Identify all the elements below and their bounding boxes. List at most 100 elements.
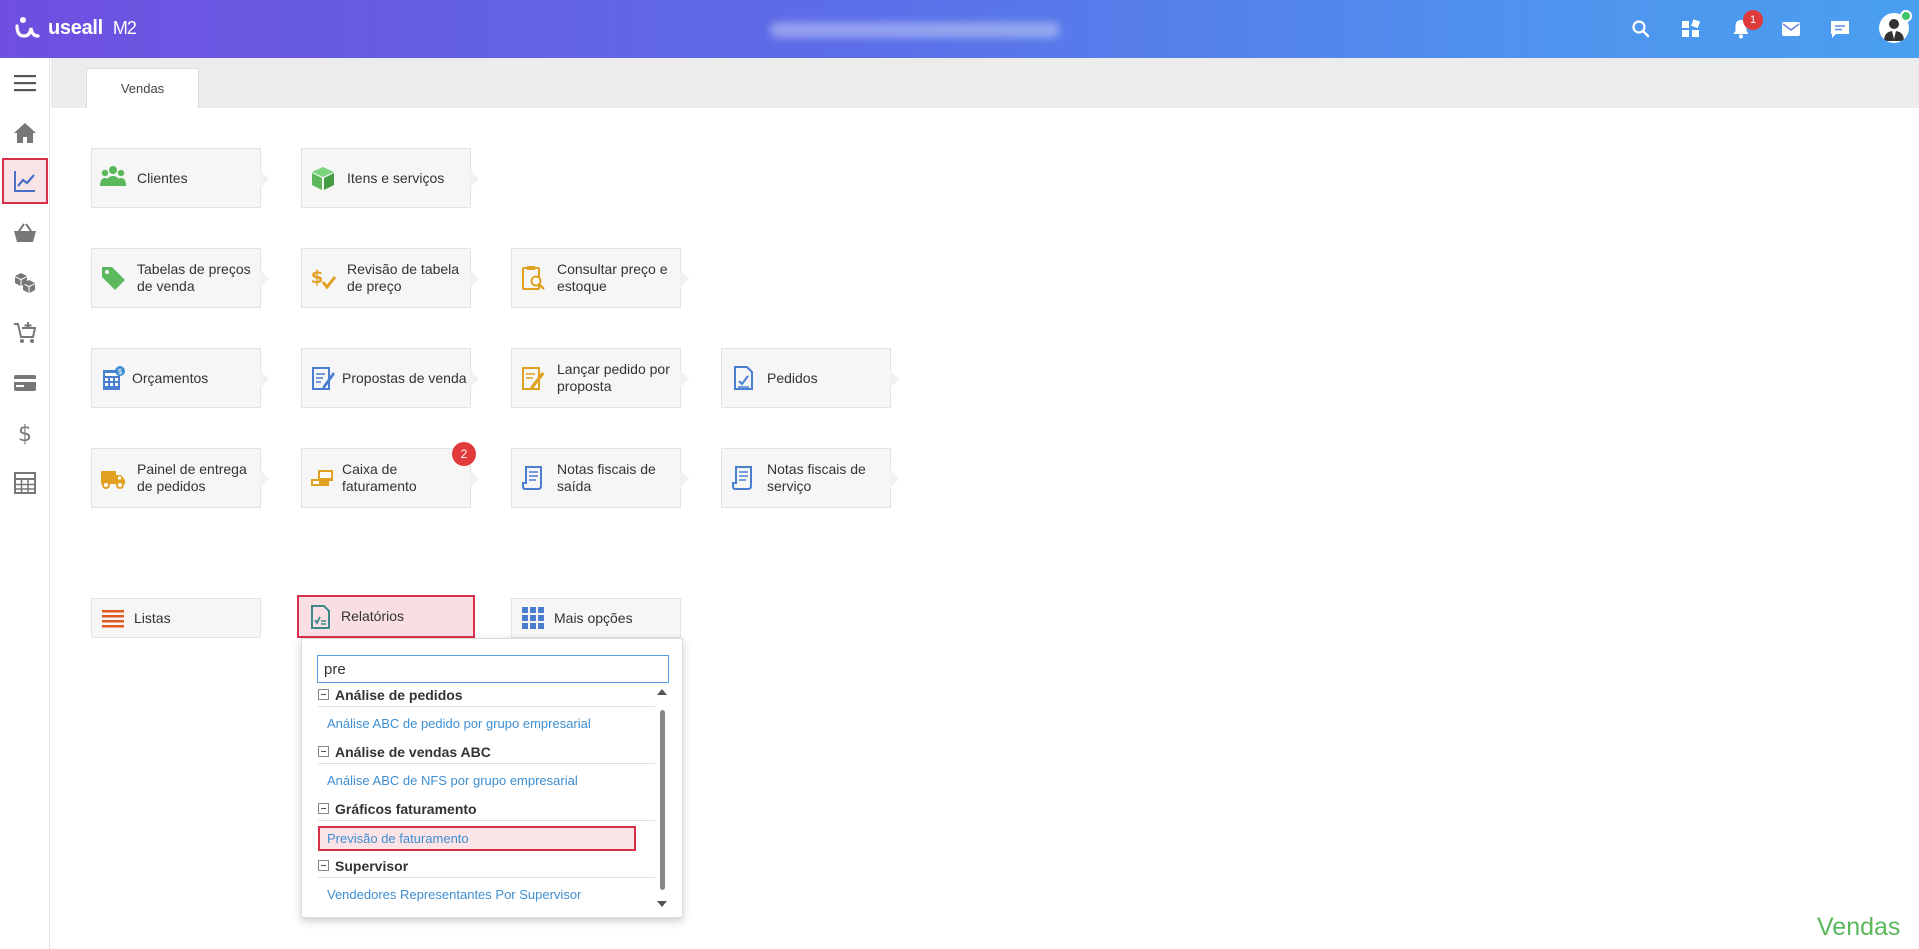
tile-label: Relatórios xyxy=(341,608,405,624)
scroll-up-arrow-icon[interactable] xyxy=(657,689,667,695)
tile-lancar-pedido[interactable]: Lançar pedido por proposta xyxy=(511,348,689,408)
sidebar-item-accounting[interactable] xyxy=(8,466,42,500)
cart-add-icon xyxy=(14,322,37,343)
app-logo[interactable]: useall M2 xyxy=(14,16,137,40)
tile-label: Pedidos xyxy=(767,369,818,386)
reports-search-input[interactable] xyxy=(317,655,669,683)
tile-itens-servicos[interactable]: Itens e serviços xyxy=(301,148,479,208)
scroll-down-arrow-icon[interactable] xyxy=(657,901,667,907)
tile-painel-entrega[interactable]: Painel de entrega de pedidos xyxy=(91,448,269,508)
credit-card-icon xyxy=(14,375,36,391)
tile-consultar-preco[interactable]: Consultar preço e estoque xyxy=(511,248,689,308)
sidebar-item-inventory[interactable] xyxy=(8,266,42,300)
notification-badge: 1 xyxy=(1743,10,1763,30)
tile-propostas-venda[interactable]: Propostas de venda xyxy=(301,348,479,408)
tile-label: Listas xyxy=(134,609,171,626)
calculator-doc-icon: $ xyxy=(98,363,128,393)
report-link[interactable]: Vendedores Representantes Por Supervisor xyxy=(327,887,581,902)
collapse-icon[interactable] xyxy=(318,860,329,871)
group-title: Análise de vendas ABC xyxy=(335,743,491,760)
basket-icon xyxy=(14,223,36,242)
sidebar-item-purchases[interactable] xyxy=(8,216,42,250)
edit-order-icon xyxy=(518,363,548,393)
users-icon xyxy=(98,163,128,193)
cubes-icon xyxy=(15,273,35,293)
tile-label: Notas fiscais de saída xyxy=(557,461,656,494)
tile-label: Itens e serviços xyxy=(347,169,445,186)
menu-toggle[interactable] xyxy=(8,66,42,100)
dollar-icon: $ xyxy=(18,422,32,446)
group-header[interactable]: Supervisor xyxy=(318,854,655,878)
report-link-highlighted[interactable]: Previsão de faturamento xyxy=(318,826,636,851)
group-header[interactable]: Gráficos faturamento xyxy=(318,797,655,821)
group-header[interactable]: Análise de vendas ABC xyxy=(318,740,655,764)
tile-label: Consultar preço e estoque xyxy=(557,261,668,294)
order-doc-icon xyxy=(728,363,758,393)
report-link[interactable]: Análise ABC de pedido por grupo empresar… xyxy=(327,716,591,731)
clipboard-search-icon xyxy=(518,263,548,293)
home-icon xyxy=(14,123,36,143)
scroll-thumb[interactable] xyxy=(660,710,665,890)
collapse-icon[interactable] xyxy=(318,803,329,814)
price-check-icon: $ xyxy=(308,263,338,293)
report-icon xyxy=(305,602,335,632)
box-icon xyxy=(308,163,338,193)
truck-icon xyxy=(98,463,128,493)
edit-doc-icon xyxy=(308,363,338,393)
group-title: Análise de pedidos xyxy=(335,686,463,703)
sidebar-item-finance[interactable]: $ xyxy=(8,416,42,450)
svg-text:$: $ xyxy=(311,267,324,288)
search-icon[interactable] xyxy=(1629,17,1653,41)
mail-icon[interactable] xyxy=(1779,17,1803,41)
grid-icon xyxy=(518,603,548,633)
tile-label: Lançar pedido por proposta xyxy=(557,361,670,394)
scrollbar[interactable] xyxy=(657,689,667,914)
tile-label: Clientes xyxy=(137,169,188,186)
tile-pedidos[interactable]: Pedidos xyxy=(721,348,899,408)
reports-dropdown: Análise de pedidos Análise ABC de pedido… xyxy=(301,638,683,918)
tile-orcamentos[interactable]: $ Orçamentos xyxy=(91,348,269,408)
tile-label: Notas fiscais de serviço xyxy=(767,461,866,494)
sidebar-item-cards[interactable] xyxy=(8,366,42,400)
tile-label: Painel de entrega de pedidos xyxy=(137,461,247,494)
tab-vendas[interactable]: Vendas xyxy=(86,68,199,108)
tile-relatorios[interactable]: Relatórios xyxy=(297,595,475,638)
tile-caixa-faturamento[interactable]: Caixa de faturamento xyxy=(301,448,479,508)
list-icon xyxy=(98,603,128,633)
apps-icon[interactable] xyxy=(1679,17,1703,41)
invoice-icon xyxy=(728,463,758,493)
sidebar-item-cart[interactable] xyxy=(8,316,42,350)
cash-register-icon xyxy=(308,463,338,493)
group-title: Supervisor xyxy=(335,857,409,874)
tile-label: Revisão de tabela de preço xyxy=(347,261,460,294)
online-status-dot xyxy=(1900,10,1912,22)
chat-icon[interactable] xyxy=(1828,17,1852,41)
tag-icon xyxy=(98,263,128,293)
group-header[interactable]: Análise de pedidos xyxy=(318,683,655,707)
tile-nf-saida[interactable]: Notas fiscais de saída xyxy=(511,448,689,508)
logo-version: M2 xyxy=(112,17,137,38)
invoice-icon xyxy=(518,463,548,493)
tile-listas[interactable]: Listas xyxy=(91,598,261,638)
svg-text:$: $ xyxy=(18,422,32,446)
calculator-icon xyxy=(14,472,36,494)
logo-icon xyxy=(15,17,40,38)
sidebar-item-sales[interactable] xyxy=(2,158,48,204)
report-link[interactable]: Análise ABC de NFS por grupo empresarial xyxy=(327,773,578,788)
collapse-icon[interactable] xyxy=(318,689,329,700)
hamburger-icon xyxy=(14,75,36,92)
tile-nf-servico[interactable]: Notas fiscais de serviço xyxy=(721,448,899,508)
tile-clientes[interactable]: Clientes xyxy=(91,148,269,208)
tile-tabelas-precos[interactable]: Tabelas de preços de venda xyxy=(91,248,269,308)
svg-text:$: $ xyxy=(117,367,122,376)
sidebar: $ xyxy=(0,58,50,949)
group-title: Gráficos faturamento xyxy=(335,800,477,817)
tile-mais-opcoes[interactable]: Mais opções xyxy=(511,598,681,638)
sidebar-item-home[interactable] xyxy=(8,116,42,150)
module-watermark: Vendas xyxy=(1817,913,1901,941)
top-bar: useall M2 1 xyxy=(0,0,1919,58)
tile-label: Caixa de faturamento xyxy=(342,461,417,494)
collapse-icon[interactable] xyxy=(318,746,329,757)
blurred-company-info xyxy=(770,22,1060,38)
tile-revisao-tabela[interactable]: $ Revisão de tabela de preço xyxy=(301,248,479,308)
